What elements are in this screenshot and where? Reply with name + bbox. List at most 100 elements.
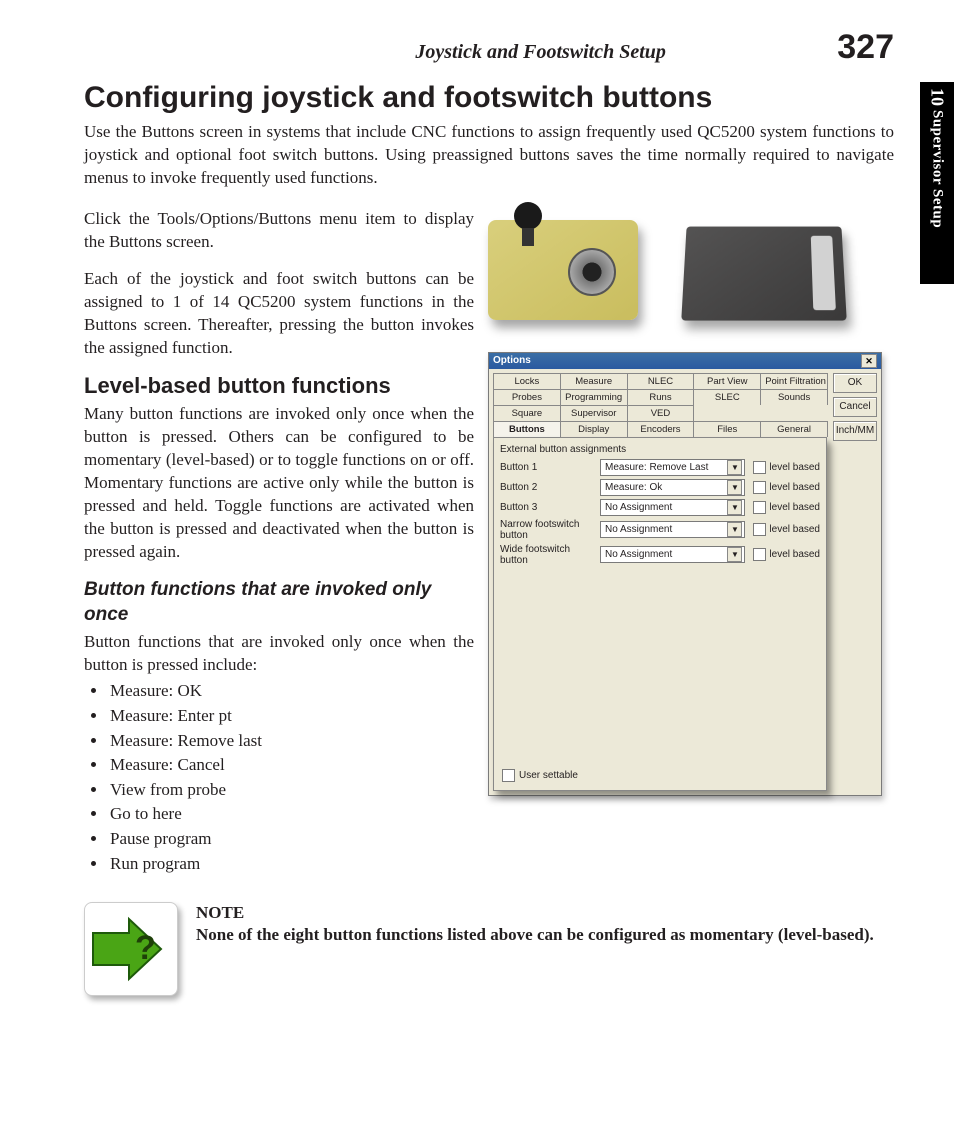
paragraph-assign: Each of the joystick and foot switch but… bbox=[84, 268, 474, 360]
note-text: NOTE None of the eight button functions … bbox=[196, 902, 894, 946]
chapter-title: Supervisor Setup bbox=[929, 110, 946, 228]
assignment-row: Wide footswitch button No Assignment ▼ l… bbox=[500, 544, 820, 566]
tab-part-view[interactable]: Part View bbox=[693, 373, 761, 389]
user-settable-label: User settable bbox=[519, 770, 578, 781]
paragraph-invoked-once: Button functions that are invoked only o… bbox=[84, 631, 474, 677]
tab-display[interactable]: Display bbox=[560, 421, 628, 437]
page-number: 327 bbox=[837, 28, 894, 67]
chevron-down-icon[interactable]: ▼ bbox=[727, 500, 742, 515]
heading-level-based: Level-based button functions bbox=[84, 373, 474, 399]
checkbox-icon[interactable] bbox=[753, 523, 766, 536]
note-icon: ? bbox=[84, 902, 178, 996]
tab-programming[interactable]: Programming bbox=[560, 389, 628, 405]
checkbox-icon[interactable] bbox=[753, 501, 766, 514]
tab-row: Locks Measure NLEC Part View Point Filtr… bbox=[493, 373, 827, 389]
tab-point-filtration[interactable]: Point Filtration bbox=[760, 373, 828, 389]
level-based-checkbox[interactable]: level based bbox=[753, 481, 820, 494]
tab-measure[interactable]: Measure bbox=[560, 373, 628, 389]
cancel-button[interactable]: Cancel bbox=[833, 397, 877, 417]
chapter-number: 10 bbox=[927, 88, 948, 106]
tab-row: Buttons Display Encoders Files General bbox=[493, 421, 827, 437]
level-based-checkbox[interactable]: level based bbox=[753, 501, 820, 514]
joystick-photo bbox=[488, 210, 664, 340]
tab-row: Probes Programming Runs SLEC Sounds bbox=[493, 389, 827, 405]
checkbox-icon[interactable] bbox=[753, 481, 766, 494]
tabs: Locks Measure NLEC Part View Point Filtr… bbox=[493, 373, 827, 437]
chevron-down-icon[interactable]: ▼ bbox=[727, 460, 742, 475]
tab-supervisor[interactable]: Supervisor bbox=[560, 405, 628, 421]
dialog-right-buttons: OK Cancel Inch/MM bbox=[833, 373, 877, 791]
close-button[interactable]: ✕ bbox=[861, 354, 877, 368]
list-item: Measure: Enter pt bbox=[108, 704, 474, 729]
dialog-title: Options bbox=[493, 353, 531, 369]
assignment-select-button3[interactable]: No Assignment ▼ bbox=[600, 499, 745, 516]
assignment-select-button1[interactable]: Measure: Remove Last ▼ bbox=[600, 459, 745, 476]
chevron-down-icon[interactable]: ▼ bbox=[727, 547, 742, 562]
two-column-layout: Click the Tools/Options/Buttons menu ite… bbox=[84, 204, 894, 877]
assignment-label: Button 3 bbox=[500, 502, 596, 513]
paragraph-level-based: Many button functions are invoked only o… bbox=[84, 403, 474, 564]
tab-row: Square Supervisor VED bbox=[493, 405, 827, 421]
left-column: Click the Tools/Options/Buttons menu ite… bbox=[84, 204, 474, 877]
list-item: Pause program bbox=[108, 827, 474, 852]
user-settable-checkbox[interactable]: User settable bbox=[502, 769, 578, 782]
checkbox-icon[interactable] bbox=[502, 769, 515, 782]
select-value: No Assignment bbox=[605, 502, 672, 513]
tab-ved[interactable]: VED bbox=[627, 405, 695, 421]
assignment-select-button2[interactable]: Measure: Ok ▼ bbox=[600, 479, 745, 496]
tab-square[interactable]: Square bbox=[493, 405, 561, 421]
level-based-checkbox[interactable]: level based bbox=[753, 548, 820, 561]
tab-general[interactable]: General bbox=[760, 421, 828, 437]
tab-slec[interactable]: SLEC bbox=[693, 389, 761, 405]
note-body: None of the eight button functions liste… bbox=[196, 924, 894, 946]
footswitch-icon bbox=[681, 226, 847, 320]
chevron-down-icon[interactable]: ▼ bbox=[727, 522, 742, 537]
select-value: No Assignment bbox=[605, 549, 672, 560]
tab-buttons[interactable]: Buttons bbox=[493, 421, 561, 437]
section-label: External button assignments bbox=[500, 444, 820, 455]
heading-invoked-once: Button functions that are invoked only o… bbox=[84, 578, 474, 627]
checkbox-label: level based bbox=[769, 502, 820, 513]
tab-files[interactable]: Files bbox=[693, 421, 761, 437]
joystick-dial-icon bbox=[568, 248, 616, 296]
list-item: Go to here bbox=[108, 802, 474, 827]
checkbox-icon[interactable] bbox=[753, 461, 766, 474]
list-item: Run program bbox=[108, 852, 474, 877]
inchmm-button[interactable]: Inch/MM bbox=[833, 421, 877, 441]
assignment-row: Button 3 No Assignment ▼ level based bbox=[500, 499, 820, 516]
tab-locks[interactable]: Locks bbox=[493, 373, 561, 389]
checkbox-label: level based bbox=[769, 524, 820, 535]
dialog-titlebar[interactable]: Options ✕ bbox=[489, 353, 881, 369]
dialog-left-pane: Locks Measure NLEC Part View Point Filtr… bbox=[493, 373, 827, 791]
heading-main: Configuring joystick and footswitch butt… bbox=[84, 81, 894, 115]
list-item: Measure: OK bbox=[108, 679, 474, 704]
list-item: Measure: Remove last bbox=[108, 729, 474, 754]
assignment-select-wide-foot[interactable]: No Assignment ▼ bbox=[600, 546, 745, 563]
running-header: Joystick and Footswitch Setup 327 bbox=[84, 28, 894, 67]
assignment-row: Button 2 Measure: Ok ▼ level based bbox=[500, 479, 820, 496]
right-column: Options ✕ Locks Measure NLEC Part View P… bbox=[488, 204, 894, 877]
chevron-down-icon[interactable]: ▼ bbox=[727, 480, 742, 495]
tab-sounds[interactable]: Sounds bbox=[760, 389, 828, 405]
level-based-checkbox[interactable]: level based bbox=[753, 461, 820, 474]
assignment-label: Button 1 bbox=[500, 462, 596, 473]
tab-runs[interactable]: Runs bbox=[627, 389, 695, 405]
assignment-label: Wide footswitch button bbox=[500, 544, 596, 566]
checkbox-label: level based bbox=[769, 482, 820, 493]
assignment-row: Button 1 Measure: Remove Last ▼ level ba… bbox=[500, 459, 820, 476]
tab-encoders[interactable]: Encoders bbox=[627, 421, 695, 437]
tab-nlec[interactable]: NLEC bbox=[627, 373, 695, 389]
paragraph-click-path: Click the Tools/Options/Buttons menu ite… bbox=[84, 208, 474, 254]
paragraph-intro: Use the Buttons screen in systems that i… bbox=[84, 121, 894, 190]
list-item: Measure: Cancel bbox=[108, 753, 474, 778]
checkbox-label: level based bbox=[769, 462, 820, 473]
level-based-checkbox[interactable]: level based bbox=[753, 523, 820, 536]
checkbox-icon[interactable] bbox=[753, 548, 766, 561]
ok-button[interactable]: OK bbox=[833, 373, 877, 393]
tab-probes[interactable]: Probes bbox=[493, 389, 561, 405]
list-item: View from probe bbox=[108, 778, 474, 803]
select-value: No Assignment bbox=[605, 524, 672, 535]
assignment-select-narrow-foot[interactable]: No Assignment ▼ bbox=[600, 521, 745, 538]
dialog-body: Locks Measure NLEC Part View Point Filtr… bbox=[489, 369, 881, 795]
select-value: Measure: Remove Last bbox=[605, 462, 708, 473]
